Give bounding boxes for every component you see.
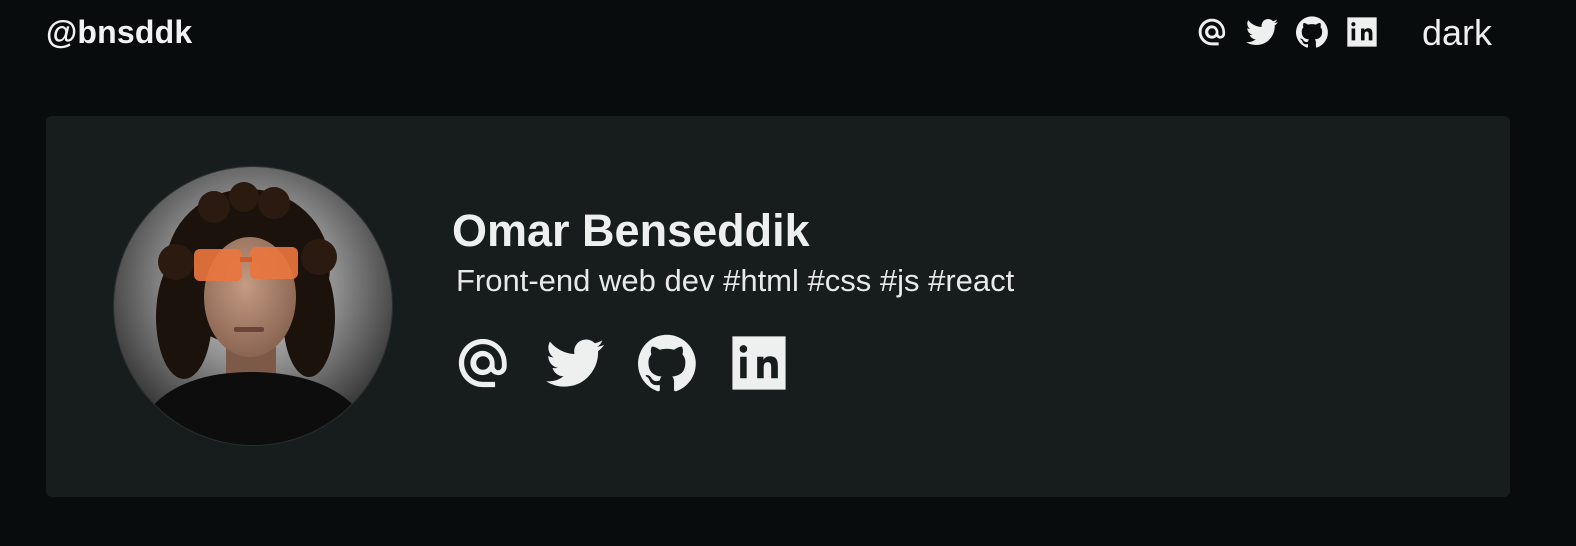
- github-icon: [1296, 16, 1328, 48]
- at-sign-icon: [1196, 16, 1228, 48]
- theme-toggle[interactable]: dark: [1422, 12, 1492, 54]
- profile-twitter-link[interactable]: [546, 334, 604, 392]
- header-linkedin-link[interactable]: [1346, 16, 1378, 48]
- profile-github-link[interactable]: [638, 334, 696, 392]
- linkedin-icon: [730, 334, 788, 392]
- profile-photo: [114, 167, 392, 445]
- site-brand-link[interactable]: @bnsddk: [46, 12, 192, 52]
- linkedin-icon: [1346, 16, 1378, 48]
- profile-email-link[interactable]: [454, 334, 512, 392]
- header-social-links: [1196, 12, 1378, 52]
- header-email-link[interactable]: [1196, 16, 1228, 48]
- profile-name: Omar Benseddik: [452, 205, 810, 256]
- at-sign-icon: [454, 334, 512, 392]
- avatar: [114, 167, 392, 445]
- profile-card: Omar Benseddik Front-end web dev #html #…: [46, 116, 1510, 497]
- profile-tagline: Front-end web dev #html #css #js #react: [456, 263, 1015, 298]
- profile-social-links: [454, 334, 788, 392]
- github-icon: [638, 334, 696, 392]
- twitter-icon: [546, 334, 604, 392]
- header-github-link[interactable]: [1296, 16, 1328, 48]
- header-twitter-link[interactable]: [1246, 16, 1278, 48]
- twitter-icon: [1246, 16, 1278, 48]
- profile-linkedin-link[interactable]: [730, 334, 788, 392]
